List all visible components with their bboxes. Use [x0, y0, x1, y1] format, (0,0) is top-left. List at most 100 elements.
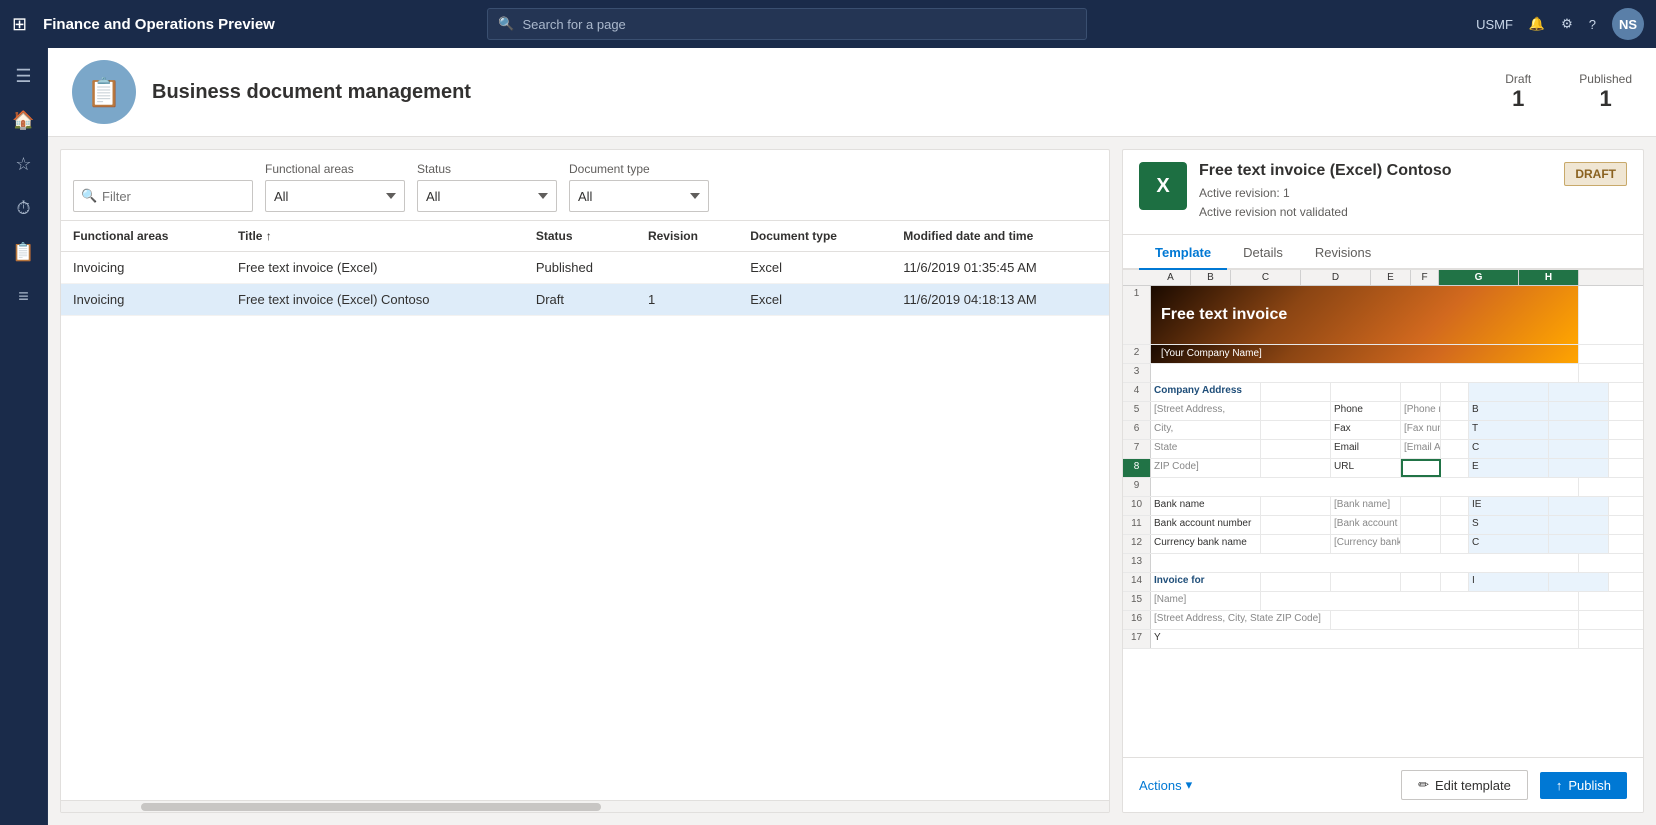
cell-15a: [Name]: [1151, 592, 1261, 610]
upload-icon: ↑: [1556, 778, 1563, 793]
col-functional-areas[interactable]: Functional areas: [61, 221, 226, 252]
col-modified[interactable]: Modified date and time: [891, 221, 1109, 252]
cell-7e: [1441, 440, 1469, 458]
header-image: Free text invoice: [1151, 286, 1578, 344]
cell-16a: [Street Address, City, State ZIP Code]: [1151, 611, 1331, 629]
cell-8d[interactable]: [1401, 459, 1441, 477]
published-count: 1: [1579, 86, 1632, 112]
app-title: Finance and Operations Preview: [43, 16, 275, 33]
cell-modified: 11/6/2019 04:18:13 AM: [891, 284, 1109, 316]
sidebar-item-favorites[interactable]: ☆: [4, 144, 44, 184]
user-avatar[interactable]: NS: [1612, 8, 1644, 40]
sidebar-item-modules[interactable]: ≡: [4, 276, 44, 316]
main-layout: ☰ 🏠 ☆ ⏱ 📋 ≡ 📋 Business document manageme…: [0, 48, 1656, 825]
grid-icon[interactable]: ⊞: [12, 14, 27, 35]
cell-14d: [1401, 573, 1441, 591]
detail-validation-status: Active revision not validated: [1199, 203, 1552, 222]
cell-15b: [1261, 592, 1579, 610]
list-panel: 🔍 Functional areas All Status All: [60, 149, 1110, 813]
cell-8e: [1441, 459, 1469, 477]
search-bar[interactable]: 🔍 Search for a page: [487, 8, 1087, 40]
row-num-2: 2: [1123, 345, 1151, 363]
col-title[interactable]: Title ↑: [226, 221, 524, 252]
cell-6c: Fax: [1331, 421, 1401, 439]
cell-14b: [1261, 573, 1331, 591]
table-header-row: Functional areas Title ↑ Status Revision…: [61, 221, 1109, 252]
help-icon[interactable]: ?: [1589, 17, 1596, 32]
cell-10g: IE: [1469, 497, 1549, 515]
cell-8b: [1261, 459, 1331, 477]
col-document-type[interactable]: Document type: [738, 221, 891, 252]
publish-button[interactable]: ↑ Publish: [1540, 772, 1627, 799]
cell-5h: [1549, 402, 1609, 420]
col-c: C: [1231, 270, 1301, 285]
functional-areas-select[interactable]: All: [265, 180, 405, 212]
detail-title-area: Free text invoice (Excel) Contoso Active…: [1199, 162, 1552, 222]
cell-revision: 1: [636, 284, 738, 316]
horizontal-scrollbar[interactable]: [61, 800, 1109, 812]
table-row[interactable]: Invoicing Free text invoice (Excel) Cont…: [61, 284, 1109, 316]
sidebar-item-workspaces[interactable]: 📋: [4, 232, 44, 272]
cell-6a: City,: [1151, 421, 1261, 439]
settings-icon[interactable]: ⚙: [1561, 16, 1573, 32]
cell-5c: Phone: [1331, 402, 1401, 420]
edit-template-button[interactable]: ✏ Edit template: [1401, 770, 1528, 800]
excel-row-3: 3: [1123, 364, 1643, 383]
excel-row-16: 16 [Street Address, City, State ZIP Code…: [1123, 611, 1643, 630]
excel-row-17: 17 Y: [1123, 630, 1643, 649]
row-num-1: 1: [1123, 286, 1151, 344]
cell-header-image: Free text invoice: [1151, 286, 1579, 344]
row-num-9: 9: [1123, 478, 1151, 496]
excel-row-15: 15 [Name]: [1123, 592, 1643, 611]
tab-template[interactable]: Template: [1139, 235, 1227, 270]
col-e: E: [1371, 270, 1411, 285]
cell-4b: [1261, 383, 1331, 401]
tab-details[interactable]: Details: [1227, 235, 1299, 270]
table-row[interactable]: Invoicing Free text invoice (Excel) Publ…: [61, 252, 1109, 284]
tab-revisions[interactable]: Revisions: [1299, 235, 1387, 270]
chevron-down-icon: ▾: [1186, 777, 1193, 793]
notification-icon[interactable]: 🔔: [1529, 16, 1545, 32]
cell-16b: [1331, 611, 1579, 629]
col-a: A: [1151, 270, 1191, 285]
document-type-select[interactable]: All: [569, 180, 709, 212]
excel-row-13: 13: [1123, 554, 1643, 573]
cell-revision: [636, 252, 738, 284]
excel-row-6: 6 City, Fax [Fax number] T: [1123, 421, 1643, 440]
cell-status: Draft: [524, 284, 636, 316]
detail-panel: X Free text invoice (Excel) Contoso Acti…: [1122, 149, 1644, 813]
sidebar-item-menu[interactable]: ☰: [4, 56, 44, 96]
status-select[interactable]: All: [417, 180, 557, 212]
row-num-14: 14: [1123, 573, 1151, 591]
company-label: USMF: [1476, 17, 1513, 32]
cell-6h: [1549, 421, 1609, 439]
detail-title: Free text invoice (Excel) Contoso: [1199, 162, 1552, 180]
cell-12a: Currency bank name: [1151, 535, 1261, 553]
sidebar-item-home[interactable]: 🏠: [4, 100, 44, 140]
search-placeholder: Search for a page: [522, 17, 625, 32]
published-label: Published: [1579, 72, 1632, 86]
page-title: Business document management: [152, 81, 471, 104]
functional-areas-label: Functional areas: [265, 162, 405, 176]
cell-10e: [1441, 497, 1469, 515]
draft-label: Draft: [1505, 72, 1531, 86]
invoice-title: Free text invoice: [1161, 306, 1568, 324]
template-preview: A B C D E F G H 1: [1123, 270, 1643, 757]
excel-row-14: 14 Invoice for I: [1123, 573, 1643, 592]
scroll-thumb[interactable]: [141, 803, 601, 811]
cell-12d: [1401, 535, 1441, 553]
col-status[interactable]: Status: [524, 221, 636, 252]
documents-table: Functional areas Title ↑ Status Revision…: [61, 221, 1109, 316]
col-revision[interactable]: Revision: [636, 221, 738, 252]
cell-12g: C: [1469, 535, 1549, 553]
cell-7b: [1261, 440, 1331, 458]
publish-label: Publish: [1568, 778, 1611, 793]
cell-4h: [1549, 383, 1609, 401]
cell-11e: [1441, 516, 1469, 534]
sidebar-item-recent[interactable]: ⏱: [4, 188, 44, 228]
excel-row-4: 4 Company Address: [1123, 383, 1643, 402]
action-bar: Actions ▾ ✏ Edit template ↑ Publish: [1123, 757, 1643, 812]
cell-11b: [1261, 516, 1331, 534]
actions-button[interactable]: Actions ▾: [1139, 771, 1192, 799]
filter-input[interactable]: [73, 180, 253, 212]
